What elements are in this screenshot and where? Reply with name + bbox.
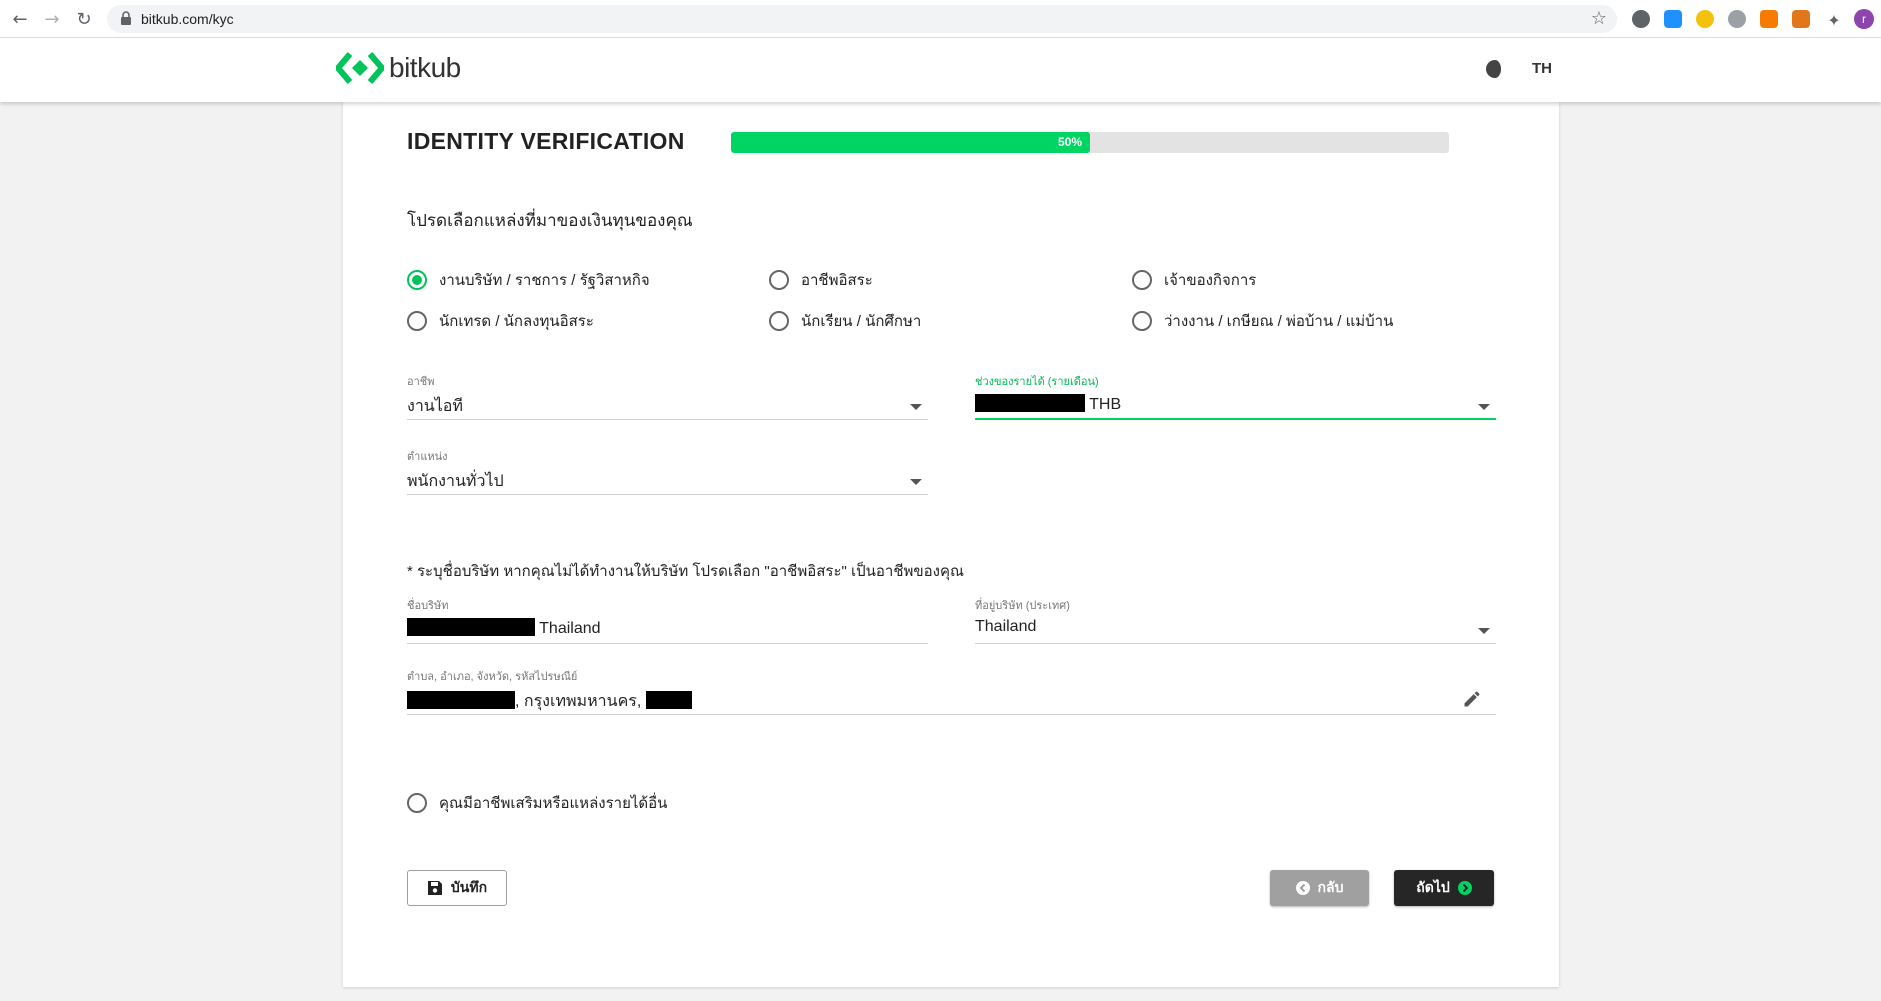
radio-label: งานบริษัท / ราชการ / รัฐวิสาหกิจ — [439, 272, 650, 289]
company-country-value: Thailand — [975, 618, 1037, 635]
next-button-label: ถัดไป — [1416, 879, 1450, 895]
floppy-disk-icon — [427, 880, 443, 896]
dropdown-caret-icon[interactable] — [910, 479, 922, 485]
bookmark-star-icon[interactable]: ☆ — [1591, 8, 1607, 29]
field-underline — [975, 643, 1496, 644]
dark-mode-moon-icon[interactable] — [1484, 58, 1506, 80]
progress-label: 50% — [1057, 135, 1082, 149]
address-label: ตำบล, อำเภอ, จังหวัด, รหัสไปรษณีย์ — [407, 671, 578, 683]
extension-icon-3[interactable] — [1696, 10, 1714, 28]
radio-student[interactable]: นักเรียน / นักศึกษา — [769, 309, 921, 333]
radio-indicator[interactable] — [407, 270, 427, 290]
back-button-label: กลับ — [1317, 879, 1344, 895]
next-button[interactable]: ถัดไป — [1394, 870, 1494, 906]
field-underline — [407, 494, 928, 495]
metamask-fox-icon[interactable] — [1792, 10, 1810, 28]
chevron-left-circle-icon — [1295, 881, 1310, 895]
chevron-right-circle-icon — [1457, 881, 1472, 895]
company-country-label: ที่อยู่บริษัท (ประเทศ) — [975, 600, 1070, 612]
windows-extension-icon[interactable] — [1664, 10, 1682, 28]
save-button[interactable]: บันทึก — [407, 870, 507, 906]
lock-icon — [121, 11, 131, 25]
redacted-block — [407, 691, 515, 709]
language-switch[interactable]: TH — [1532, 60, 1552, 77]
company-name-value: Thailand — [407, 618, 928, 640]
kyc-form-card: IDENTITY VERIFICATION 50% โปรดเลือกแหล่ง… — [343, 102, 1559, 987]
company-country-select[interactable]: ที่อยู่บริษัท (ประเทศ) Thailand — [975, 596, 1496, 644]
occupation-select[interactable]: อาชีพ งานไอที — [407, 372, 928, 420]
field-underline — [407, 643, 928, 644]
company-address-input[interactable]: ตำบล, อำเภอ, จังหวัด, รหัสไปรษณีย์ , กรุ… — [407, 667, 1496, 715]
dropdown-caret-icon[interactable] — [910, 404, 922, 410]
position-label: ตำแหน่ง — [407, 451, 448, 463]
radio-label: อาชีพอิสระ — [801, 272, 873, 289]
edit-pencil-icon[interactable] — [1462, 689, 1482, 709]
income-range-currency: THB — [1089, 396, 1122, 413]
extension-icon-5[interactable] — [1760, 10, 1778, 28]
company-name-suffix: Thailand — [539, 620, 601, 637]
radio-label: เจ้าของกิจการ — [1164, 272, 1257, 289]
progress-bar: 50% — [731, 132, 1449, 153]
save-button-label: บันทึก — [450, 879, 488, 895]
logo-text[interactable]: bitkub — [389, 52, 461, 84]
income-range-label: ช่วงของรายได้ (รายเดือน) — [975, 376, 1099, 388]
company-name-label: ชื่อบริษัท — [407, 600, 449, 612]
reload-icon[interactable]: ↻ — [72, 7, 96, 31]
position-value: พนักงานทั่วไป — [407, 473, 504, 490]
dropdown-caret-icon[interactable] — [1478, 628, 1490, 634]
address-value: , กรุงเทพมหานคร, — [407, 689, 1496, 711]
radio-indicator[interactable] — [769, 311, 789, 331]
back-button[interactable]: กลับ — [1270, 870, 1369, 906]
radio-business-owner[interactable]: เจ้าของกิจการ — [1132, 268, 1256, 292]
back-arrow-icon[interactable]: ← — [8, 7, 32, 31]
field-underline-active — [975, 418, 1496, 420]
radio-company-government[interactable]: งานบริษัท / ราชการ / รัฐวิสาหกิจ — [407, 268, 650, 292]
redacted-block — [407, 618, 535, 636]
field-underline — [407, 714, 1496, 715]
radio-indicator[interactable] — [407, 311, 427, 331]
page-title: IDENTITY VERIFICATION — [407, 128, 685, 154]
radio-indicator[interactable] — [1132, 270, 1152, 290]
profile-avatar[interactable]: r — [1854, 9, 1874, 29]
progress-fill: 50% — [731, 132, 1090, 153]
radio-indicator[interactable] — [407, 793, 427, 813]
radio-label: นักเรียน / นักศึกษา — [801, 313, 922, 330]
bitkub-logo-icon[interactable] — [336, 50, 384, 86]
extension-icon-4[interactable] — [1728, 10, 1746, 28]
radio-unemployed-retired[interactable]: ว่างงาน / เกษียณ / พ่อบ้าน / แม่บ้าน — [1132, 309, 1393, 333]
income-source-heading: โปรดเลือกแหล่งที่มาของเงินทุนของคุณ — [407, 211, 693, 230]
radio-trader-investor[interactable]: นักเทรด / นักลงทุนอิสระ — [407, 309, 594, 333]
redacted-block — [645, 691, 692, 709]
url-text: bitkub.com/kyc — [141, 11, 234, 27]
occupation-value: งานไอที — [407, 398, 463, 415]
dropdown-caret-icon[interactable] — [1478, 404, 1490, 410]
field-underline — [407, 419, 928, 420]
radio-indicator[interactable] — [1132, 311, 1152, 331]
company-name-input[interactable]: ชื่อบริษัท Thailand — [407, 596, 928, 644]
radio-label: คุณมีอาชีพเสริมหรือแหล่งรายได้อื่น — [439, 795, 668, 812]
position-select[interactable]: ตำแหน่ง พนักงานทั่วไป — [407, 447, 928, 495]
radio-label: ว่างงาน / เกษียณ / พ่อบ้าน / แม่บ้าน — [1164, 313, 1394, 330]
extension-icon-1[interactable] — [1632, 10, 1650, 28]
browser-toolbar: ← → ↻ bitkub.com/kyc ☆ ✦ r — [0, 0, 1881, 38]
address-province: , กรุงเทพมหานคร, — [515, 693, 642, 710]
radio-indicator[interactable] — [769, 270, 789, 290]
income-range-select[interactable]: ช่วงของรายได้ (รายเดือน) THB — [975, 372, 1496, 420]
site-header: bitkub TH — [0, 38, 1881, 102]
redacted-block — [975, 394, 1085, 412]
radio-freelance[interactable]: อาชีพอิสระ — [769, 268, 873, 292]
company-note: * ระบุชื่อบริษัท หากคุณไม่ได้ทำงานให้บริ… — [407, 563, 964, 580]
income-range-value: THB — [975, 394, 1496, 416]
forward-arrow-icon[interactable]: → — [40, 7, 64, 31]
radio-label: นักเทรด / นักลงทุนอิสระ — [439, 313, 594, 330]
radio-additional-income[interactable]: คุณมีอาชีพเสริมหรือแหล่งรายได้อื่น — [407, 791, 667, 815]
puzzle-extensions-icon[interactable]: ✦ — [1822, 8, 1846, 32]
occupation-label: อาชีพ — [407, 376, 435, 388]
address-bar[interactable]: bitkub.com/kyc ☆ — [107, 5, 1617, 33]
